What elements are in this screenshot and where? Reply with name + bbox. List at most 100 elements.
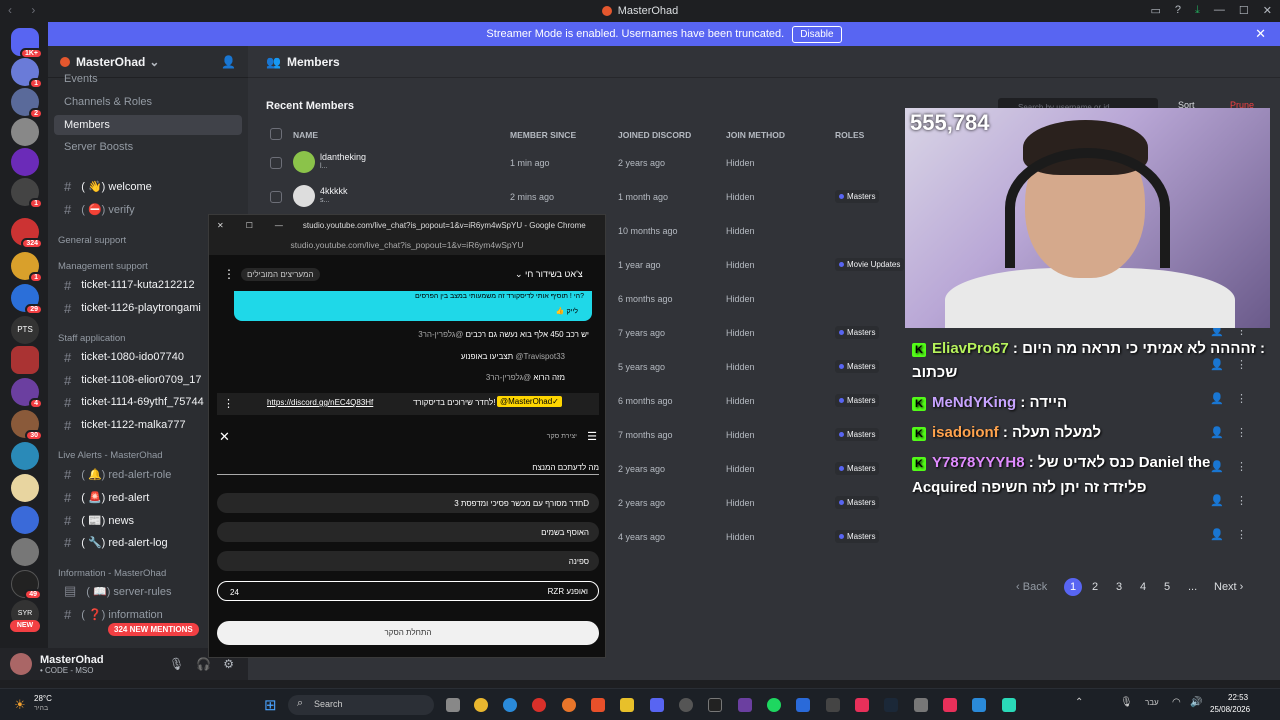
server-icon[interactable]: 30 [11,410,43,441]
settings-icon[interactable] [914,698,928,712]
back-button[interactable]: ‹ Back [1016,581,1047,593]
poll-question-input[interactable]: מה לדעתכם המנצח [217,459,599,475]
category-staff-application[interactable]: Staff application [58,333,125,344]
table-row[interactable]: 4kkkkk s... 2 mins ago 1 month ago Hidden Mas… [248,180,1247,214]
popout-url[interactable]: studio.youtube.com/live_chat?is_popout=1… [209,235,605,255]
row-checkbox[interactable] [270,157,282,169]
app-icon[interactable] [679,698,693,712]
avatar[interactable] [10,653,32,675]
headphones-icon[interactable]: 🎧 [196,657,211,671]
brave-icon[interactable] [591,698,605,712]
server-icon[interactable]: 1 [11,178,43,209]
nav-arrows-icon[interactable]: ‹ › [8,3,43,17]
profile-icon[interactable]: 👤 [1210,460,1224,473]
mic-icon[interactable]: 🎙 [1120,697,1133,708]
epic-icon[interactable] [708,698,722,712]
sidebar-item-events[interactable]: Events [54,72,242,86]
task-view-icon[interactable] [446,698,460,712]
server-icon[interactable]: 324 [11,218,43,249]
like-button[interactable]: 👍 לייק [556,307,578,315]
firefox-icon[interactable] [562,698,576,712]
app-icon[interactable] [738,698,752,712]
profile-icon[interactable]: 👤 [1210,426,1224,439]
more-icon[interactable]: ⋮ [223,397,234,410]
start-poll-button[interactable]: התחלת הסקר [217,621,599,645]
col-join-method[interactable]: JOIN METHOD [726,130,785,140]
profile-icon[interactable]: 👤 [1210,528,1224,541]
sidebar-item-server-boosts[interactable]: Server Boosts [54,137,242,157]
server-icon[interactable] [11,346,39,374]
server-icon[interactable] [11,538,39,566]
more-icon[interactable]: ⋮ [1236,426,1247,439]
new-badge[interactable]: NEW [10,620,40,632]
edge-icon[interactable] [503,698,517,712]
discord-home-icon[interactable]: 1K+ [11,28,43,59]
top-fans-button[interactable]: המעריצים המובילים [241,268,320,281]
page-1-button[interactable]: 1 [1064,578,1082,596]
col-roles[interactable]: ROLES [835,130,864,140]
poll-option-input[interactable]: ספינה [217,551,599,571]
minimize-icon[interactable]: — [275,221,283,230]
table-row[interactable]: ldantheking l... 1 min ago 2 years ago Hidde… [248,146,1247,180]
inbox-icon[interactable]: ▭ [1151,4,1161,17]
page-2-button[interactable]: 2 [1092,581,1098,593]
page-3-button[interactable]: 3 [1116,581,1122,593]
windows-start-icon[interactable]: ⊞ [264,696,277,714]
spotify-icon[interactable] [767,698,781,712]
discord-link[interactable]: https://discord.gg/nEC4Q83Hf [267,398,373,407]
maximize-icon[interactable]: ☐ [1239,4,1249,17]
minimize-icon[interactable]: — [1214,4,1225,17]
server-icon[interactable] [11,474,39,502]
more-icon[interactable]: ⋮ [1236,392,1247,405]
steam-icon[interactable] [884,698,898,712]
language-indicator[interactable]: עבר [1145,698,1159,707]
server-pts-icon[interactable]: PTS [11,316,39,344]
weather-temp[interactable]: 28°C [34,694,52,703]
new-mentions-badge[interactable]: 324 NEW MENTIONS [108,623,199,636]
category-management-support[interactable]: Management support [58,261,148,272]
app-icon[interactable] [1002,698,1016,712]
channel-welcome[interactable]: # ( 👋) welcome [54,176,242,196]
server-icon[interactable]: 29 [11,284,43,315]
app-icon[interactable] [826,698,840,712]
page-4-button[interactable]: 4 [1140,581,1146,593]
more-icon[interactable]: ⋮ [223,267,235,281]
app-icon[interactable] [972,698,986,712]
more-icon[interactable]: ⋮ [1236,358,1247,371]
more-icon[interactable]: ⋮ [1236,528,1247,541]
close-icon[interactable]: ✕ [1263,4,1272,17]
profile-icon[interactable]: 👤 [1210,358,1224,371]
close-icon[interactable]: ✕ [219,429,230,445]
opera-icon[interactable] [532,698,546,712]
col-member-since[interactable]: MEMBER SINCE [510,130,576,140]
more-icon[interactable]: ⋮ [1236,494,1247,507]
row-checkbox[interactable] [270,191,282,203]
category-live-alerts[interactable]: Live Alerts - MasterOhad [58,450,163,461]
sidebar-item-channels-roles[interactable]: Channels & Roles [54,92,242,112]
close-icon[interactable]: ✕ [217,221,224,230]
wifi-icon[interactable]: ◠ [1172,697,1181,708]
server-icon[interactable] [11,118,39,146]
col-joined-discord[interactable]: JOINED DISCORD [618,130,691,140]
category-general-support[interactable]: General support [58,235,126,246]
maximize-icon[interactable]: ☐ [246,221,253,230]
volume-icon[interactable]: 🔊 [1190,697,1202,708]
server-icon[interactable] [11,442,39,470]
tiktok-icon[interactable] [943,698,957,712]
chrome-icon[interactable] [474,698,488,712]
help-icon[interactable]: ? [1175,4,1181,17]
mic-icon[interactable]: 🎙 [169,657,184,671]
next-button[interactable]: Next › [1214,581,1243,593]
profile-icon[interactable]: 👤 [1210,392,1224,405]
folder-icon[interactable] [620,698,634,712]
more-icon[interactable]: ⋮ [1236,460,1247,473]
page-5-button[interactable]: 5 [1164,581,1170,593]
profile-icon[interactable]: 👤 [1210,494,1224,507]
tiktok-icon[interactable] [855,698,869,712]
server-icon[interactable]: 1 [11,252,43,283]
server-icon[interactable]: 49 [11,570,42,600]
poll-option-input[interactable]: 24 RZR ואופנע [217,581,599,601]
live-chat-dropdown[interactable]: ⌄ צ'אט בשידור חי [515,269,583,280]
select-all-checkbox[interactable] [270,128,282,140]
add-member-icon[interactable]: 👤 [221,55,236,69]
